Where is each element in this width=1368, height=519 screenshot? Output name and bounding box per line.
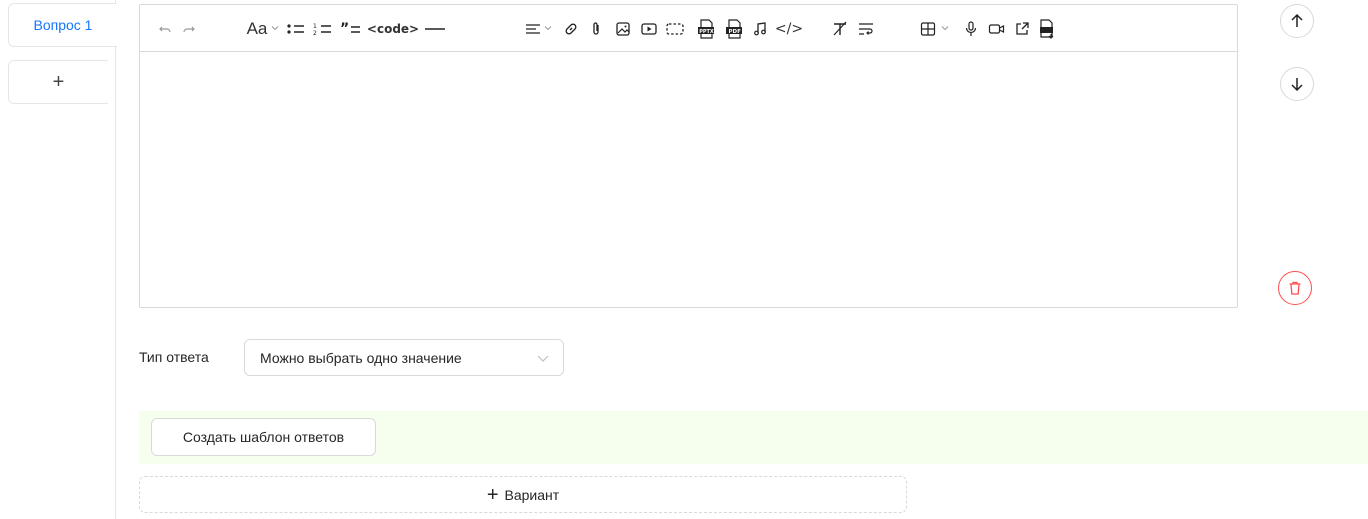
create-answer-template-button[interactable]: Создать шаблон ответов — [151, 418, 376, 456]
bullet-list-icon[interactable] — [285, 18, 307, 40]
inline-code-label: <code> — [366, 22, 420, 36]
camera-icon[interactable] — [988, 18, 1006, 40]
undo-icon[interactable] — [156, 18, 174, 40]
answer-type-value: Можно выбрать одно значение — [260, 349, 462, 366]
arrow-up-icon — [1291, 13, 1303, 27]
align-icon[interactable] — [524, 18, 542, 40]
video-icon[interactable] — [639, 18, 659, 40]
svg-text:PPTX: PPTX — [699, 29, 714, 35]
font-format-icon[interactable]: Aa — [244, 18, 270, 40]
answer-type-select[interactable]: Можно выбрать одно значение — [244, 339, 564, 376]
chevron-down-icon — [537, 355, 549, 362]
plus-icon: + — [486, 483, 499, 506]
image-icon[interactable] — [614, 18, 632, 40]
answer-type-label: Тип ответа — [139, 349, 209, 365]
audio-icon[interactable] — [752, 18, 768, 40]
editor-content-area[interactable] — [140, 53, 1237, 307]
editor-toolbar: Aa 12 ” <code> PPTX PDF </> — [140, 5, 1237, 52]
redo-icon[interactable] — [180, 18, 198, 40]
chevron-down-icon — [941, 26, 949, 31]
add-question-button[interactable]: + — [8, 60, 108, 104]
svg-text:”: ” — [340, 22, 349, 36]
tab-question-1[interactable]: Вопрос 1 — [8, 3, 117, 47]
add-variant-label: Вариант — [504, 486, 560, 503]
arrow-down-icon — [1291, 78, 1303, 92]
tab-question-1-label: Вопрос 1 — [33, 17, 93, 33]
document-export-icon[interactable] — [1037, 18, 1057, 40]
add-variant-button[interactable]: + Вариант — [139, 476, 907, 513]
chevron-down-icon — [544, 26, 552, 31]
svg-text:2: 2 — [313, 30, 317, 36]
wrap-icon[interactable] — [856, 18, 876, 40]
code-block-label: </> — [774, 21, 804, 37]
link-icon[interactable] — [562, 18, 580, 40]
svg-text:PDF: PDF — [729, 29, 742, 35]
delete-question-button[interactable] — [1278, 271, 1312, 305]
plus-icon: + — [52, 70, 65, 93]
font-format-label: Aa — [246, 19, 268, 38]
ordered-list-icon[interactable]: 12 — [312, 18, 334, 40]
move-down-button[interactable] — [1280, 67, 1314, 101]
question-tabs: Вопрос 1 + — [0, 0, 117, 519]
table-icon[interactable] — [919, 18, 937, 40]
frame-icon[interactable] — [664, 18, 686, 40]
attachment-icon[interactable] — [588, 18, 604, 40]
quote-icon[interactable]: ” — [339, 18, 363, 40]
clear-format-icon[interactable] — [830, 18, 850, 40]
create-answer-template-label: Создать шаблон ответов — [182, 429, 345, 445]
rich-text-editor: Aa 12 ” <code> PPTX PDF </> — [139, 4, 1238, 308]
code-block-icon[interactable]: </> — [774, 18, 804, 40]
horizontal-rule-icon[interactable] — [423, 18, 447, 40]
pdf-icon[interactable]: PDF — [724, 18, 744, 40]
external-link-icon[interactable] — [1013, 18, 1031, 40]
inline-code-icon[interactable]: <code> — [366, 18, 420, 40]
microphone-icon[interactable] — [963, 18, 979, 40]
move-up-button[interactable] — [1280, 4, 1314, 38]
svg-text:1: 1 — [313, 23, 317, 30]
trash-icon — [1289, 281, 1301, 295]
pptx-icon[interactable]: PPTX — [696, 18, 716, 40]
chevron-down-icon — [271, 26, 279, 31]
